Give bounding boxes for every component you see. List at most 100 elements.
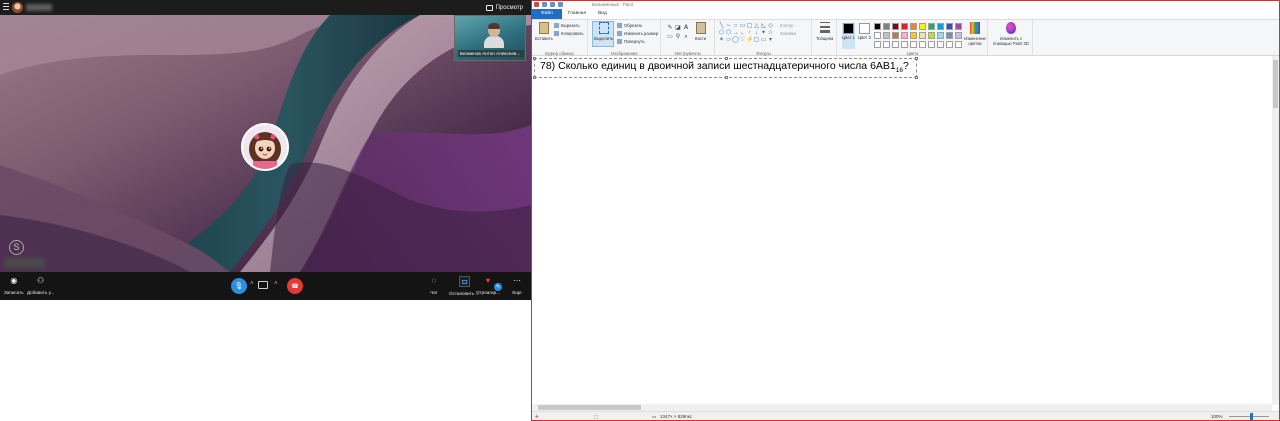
color-swatch[interactable] [874, 41, 881, 48]
chat-button[interactable]: ◌ Чат [429, 276, 439, 295]
select-label-wrap: Выделить [594, 22, 613, 41]
color-swatch[interactable] [928, 23, 935, 30]
scroll-thumb[interactable] [538, 405, 641, 410]
color-swatch[interactable] [901, 32, 908, 39]
color-swatch[interactable] [955, 32, 962, 39]
color-swatch[interactable] [955, 41, 962, 48]
size-button[interactable]: Толщина [816, 22, 833, 41]
mic-options-chevron-icon[interactable]: ˄ [250, 281, 254, 287]
color-swatch[interactable] [955, 23, 962, 30]
size-group: Толщина [813, 20, 837, 57]
fill-button[interactable]: Заливка [780, 31, 796, 36]
color-swatch[interactable] [892, 23, 899, 30]
add-people-button[interactable]: ⚇ Добавить у... [27, 276, 54, 295]
color-swatch[interactable] [937, 32, 944, 39]
add-people-label: Добавить у... [27, 290, 55, 295]
color-swatch[interactable] [910, 41, 917, 48]
end-call-button[interactable]: ☎ [287, 278, 303, 294]
drawing-canvas[interactable] [532, 56, 1279, 411]
brushes-label: Кисти [695, 36, 707, 41]
color-swatch[interactable] [919, 41, 926, 48]
color-palette[interactable] [874, 23, 963, 49]
text-tool-icon[interactable]: A [683, 25, 689, 31]
caller-avatar[interactable] [12, 2, 23, 13]
brushes-button[interactable]: Кисти [695, 22, 706, 41]
color-swatch[interactable] [919, 23, 926, 30]
canvas-dimensions: 1347× × 829пкс [660, 414, 692, 419]
color-swatch[interactable] [946, 32, 953, 39]
pencil-icon[interactable]: ✎ [667, 25, 673, 31]
menu-icon[interactable] [3, 3, 9, 11]
color-swatch[interactable] [928, 32, 935, 39]
tab-home[interactable]: Главная [562, 9, 592, 19]
zoom-slider-thumb[interactable] [1250, 413, 1253, 420]
color-swatch[interactable] [892, 41, 899, 48]
eraser-icon[interactable]: ▭ [667, 34, 673, 40]
zoom-slider[interactable] [1229, 416, 1269, 417]
scissors-icon [554, 23, 559, 28]
tab-file[interactable]: Файл [532, 9, 562, 19]
color-swatch[interactable] [883, 32, 890, 39]
color-swatch[interactable] [910, 23, 917, 30]
rotate-button[interactable]: Повернуть [617, 39, 645, 44]
color-swatch[interactable] [901, 23, 908, 30]
paste-button[interactable]: Вставить [535, 22, 553, 41]
color-swatch[interactable] [937, 41, 944, 48]
line-thickness-icon [819, 22, 830, 34]
color-swatch[interactable] [946, 23, 953, 30]
color-swatch[interactable] [874, 32, 881, 39]
edit-colors-button[interactable]: Изменение цветов [964, 22, 986, 46]
self-video-tile[interactable]: Безменов Антон Алексеев... [454, 15, 526, 61]
camera-button[interactable] [258, 281, 268, 289]
stop-sharing-label: Остановить ... [449, 291, 480, 296]
magnifier-icon[interactable]: ⌕ [683, 34, 689, 40]
undo-icon[interactable] [550, 2, 555, 7]
color-swatch[interactable] [946, 41, 953, 48]
microphone-button[interactable]: 🎙︎ [231, 278, 247, 294]
color-swatch[interactable] [919, 32, 926, 39]
participant-avatar[interactable] [241, 123, 289, 171]
copy-button[interactable]: Копировать [554, 31, 584, 36]
resize-handle[interactable] [533, 76, 536, 79]
image-group: Выделить Обрезать Изменить размер Поверн… [589, 20, 661, 57]
question-body: Сколько единиц в двоичной записи шестнад… [558, 60, 896, 72]
shapes-gallery[interactable]: ╲ ∼ ○ ▭ ▢ △ ◺ ◇ ⬠ ⬡ → ← ↑ ↓ ✦ ☆ ✶ ▱ ◯ ♡ ⚡ ▢ ▭ ▾ [718, 23, 776, 45]
paint-app-icon [534, 2, 539, 7]
scroll-thumb[interactable] [1273, 60, 1278, 108]
record-button[interactable]: ◉ Записать [4, 276, 24, 295]
outline-button[interactable]: Контур [780, 23, 793, 28]
color2-button[interactable]: Цвет 2 [858, 23, 871, 49]
redo-icon[interactable] [558, 2, 563, 7]
caller-name-redacted [26, 4, 52, 11]
color-swatch[interactable] [874, 23, 881, 30]
color-swatch[interactable] [910, 32, 917, 39]
color1-swatch [843, 23, 854, 34]
resize-handle[interactable] [533, 57, 536, 60]
color-swatch[interactable] [892, 32, 899, 39]
resize-button[interactable]: Изменить размер [617, 31, 658, 36]
color-swatch[interactable] [883, 23, 890, 30]
color-swatch[interactable] [937, 23, 944, 30]
horizontal-scrollbar[interactable] [532, 404, 1272, 411]
color2-swatch [859, 23, 870, 34]
save-icon[interactable] [542, 2, 547, 7]
resize-handle[interactable] [725, 76, 728, 79]
fill-icon[interactable]: ◪ [675, 25, 681, 31]
cut-button[interactable]: Вырезать [554, 23, 580, 28]
color-swatch[interactable] [928, 41, 935, 48]
resize-handle[interactable] [915, 76, 918, 79]
vertical-scrollbar[interactable] [1272, 56, 1279, 405]
stop-sharing-button[interactable]: Остановить ... [449, 276, 479, 296]
color-swatch[interactable] [901, 41, 908, 48]
color-swatch[interactable] [883, 41, 890, 48]
color1-button[interactable]: Цвет 1 [842, 23, 855, 49]
outline-label: Контур [780, 23, 794, 28]
crop-button[interactable]: Обрезать [617, 23, 642, 28]
camera-options-chevron-icon[interactable]: ˄ [274, 281, 278, 287]
tab-view[interactable]: Вид [592, 9, 613, 19]
preview-button[interactable]: Просмотр [485, 3, 523, 13]
paint3d-button[interactable]: Изменить с помощью Paint 3D [991, 22, 1031, 46]
color-picker-icon[interactable]: ⚲ [675, 34, 681, 40]
resize-handle[interactable] [915, 57, 918, 60]
more-button[interactable]: ⋯ Еще [512, 276, 522, 295]
